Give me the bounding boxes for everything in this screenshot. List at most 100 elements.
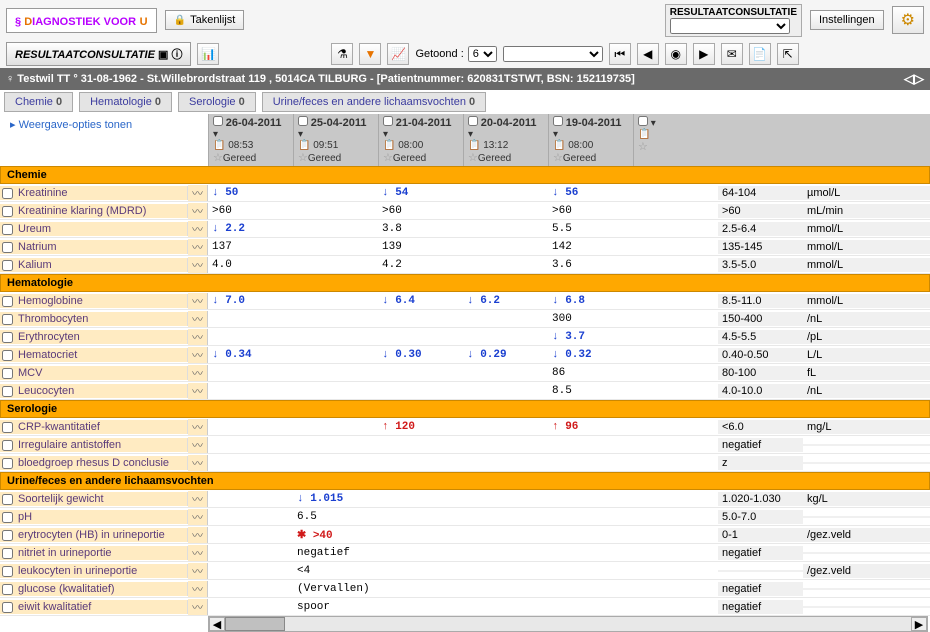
row-checkbox[interactable] bbox=[2, 422, 13, 433]
row-checkbox[interactable] bbox=[2, 206, 13, 217]
getoond-select[interactable]: 6 bbox=[468, 46, 497, 62]
scroll-right-icon[interactable]: ▶ bbox=[911, 617, 927, 631]
main-tab[interactable]: RESULTAATCONSULTATIE ▣ ⓘ bbox=[6, 42, 191, 66]
trend-icon[interactable]: 〰 bbox=[188, 563, 208, 579]
result-row: glucose (kwalitatief)〰(Vervallen)negatie… bbox=[0, 580, 930, 598]
result-cell bbox=[378, 462, 463, 464]
trend-icon[interactable]: 〰 bbox=[188, 437, 208, 453]
unit: L/L bbox=[803, 348, 930, 362]
row-checkbox[interactable] bbox=[2, 494, 13, 505]
row-checkbox[interactable] bbox=[2, 188, 13, 199]
unit: mmol/L bbox=[803, 222, 930, 236]
subtab-hematologie[interactable]: Hematologie 0 bbox=[79, 92, 172, 112]
instellingen-button[interactable]: Instellingen bbox=[810, 10, 884, 30]
trend-icon[interactable]: 〰 bbox=[188, 365, 208, 381]
scroll-thumb[interactable] bbox=[225, 617, 285, 631]
column-header[interactable]: ▾📋 ☆ bbox=[633, 114, 718, 166]
nav-next-icon[interactable]: ▶ bbox=[693, 43, 715, 65]
scroll-left-icon[interactable]: ◀ bbox=[209, 617, 225, 631]
result-cell bbox=[463, 570, 548, 572]
pdf-icon[interactable]: 📄 bbox=[749, 43, 771, 65]
row-checkbox[interactable] bbox=[2, 530, 13, 541]
ref-range: negatief bbox=[718, 582, 803, 596]
filter-select[interactable] bbox=[503, 46, 603, 62]
gear-button[interactable] bbox=[892, 6, 924, 34]
row-checkbox[interactable] bbox=[2, 512, 13, 523]
trend-icon[interactable]: 〰 bbox=[188, 545, 208, 561]
trend-icon[interactable]: 〰 bbox=[188, 419, 208, 435]
result-cell bbox=[463, 552, 548, 554]
trend-icon[interactable]: 📈 bbox=[387, 43, 409, 65]
trend-icon[interactable]: 〰 bbox=[188, 185, 208, 201]
result-cell bbox=[633, 426, 718, 428]
column-header[interactable]: 26-04-2011 ▾📋 08:53☆Gereed bbox=[208, 114, 293, 166]
row-checkbox[interactable] bbox=[2, 440, 13, 451]
column-header[interactable]: 19-04-2011 ▾📋 08:00☆Gereed bbox=[548, 114, 633, 166]
flask-icon[interactable]: ⚗ bbox=[331, 43, 353, 65]
takenlijst-button[interactable]: Takenlijst bbox=[165, 10, 245, 30]
result-cell bbox=[633, 228, 718, 230]
row-checkbox[interactable] bbox=[2, 350, 13, 361]
result-row: pH〰6.55.0-7.0 bbox=[0, 508, 930, 526]
chart-button[interactable]: 📊 bbox=[197, 43, 219, 65]
result-cell bbox=[548, 444, 633, 446]
result-cell bbox=[293, 300, 378, 302]
unit bbox=[803, 588, 930, 590]
trend-icon[interactable]: 〰 bbox=[188, 455, 208, 471]
unit: kg/L bbox=[803, 492, 930, 506]
trend-icon[interactable]: 〰 bbox=[188, 311, 208, 327]
row-checkbox[interactable] bbox=[2, 368, 13, 379]
filter-icon[interactable]: ▼ bbox=[359, 43, 381, 65]
result-row: Hematocriet〰0.340.300.290.320.40-0.50L/L bbox=[0, 346, 930, 364]
subtab-chemie[interactable]: Chemie 0 bbox=[4, 92, 73, 112]
section-header: Serologie bbox=[0, 400, 930, 418]
row-checkbox[interactable] bbox=[2, 602, 13, 613]
param-name: Ureum bbox=[0, 222, 188, 236]
result-row: Kreatinine〰50545664-104µmol/L bbox=[0, 184, 930, 202]
result-cell bbox=[633, 210, 718, 212]
result-cell bbox=[293, 336, 378, 338]
row-checkbox[interactable] bbox=[2, 296, 13, 307]
row-checkbox[interactable] bbox=[2, 314, 13, 325]
result-row: nitriet in urineportie〰negatiefnegatief bbox=[0, 544, 930, 562]
export-icon[interactable]: ⇱ bbox=[777, 43, 799, 65]
row-checkbox[interactable] bbox=[2, 242, 13, 253]
nav-first-icon[interactable]: ⏮ bbox=[609, 43, 631, 65]
trend-icon[interactable]: 〰 bbox=[188, 203, 208, 219]
trend-icon[interactable]: 〰 bbox=[188, 257, 208, 273]
trend-icon[interactable]: 〰 bbox=[188, 599, 208, 615]
trend-icon[interactable]: 〰 bbox=[188, 221, 208, 237]
column-header[interactable]: 25-04-2011 ▾📋 09:51☆Gereed bbox=[293, 114, 378, 166]
column-header[interactable]: 20-04-2011 ▾📋 13:12☆Gereed bbox=[463, 114, 548, 166]
resconsult-select[interactable] bbox=[670, 18, 790, 34]
trend-icon[interactable]: 〰 bbox=[188, 293, 208, 309]
row-checkbox[interactable] bbox=[2, 224, 13, 235]
param-name: Kreatinine klaring (MDRD) bbox=[0, 204, 188, 218]
row-checkbox[interactable] bbox=[2, 386, 13, 397]
trend-icon[interactable]: 〰 bbox=[188, 347, 208, 363]
trend-icon[interactable]: 〰 bbox=[188, 383, 208, 399]
result-cell bbox=[548, 498, 633, 500]
subtab-urine/feces en andere lichaamsvochten[interactable]: Urine/feces en andere lichaamsvochten 0 bbox=[262, 92, 486, 112]
row-checkbox[interactable] bbox=[2, 332, 13, 343]
nav-prev-icon[interactable]: ◀ bbox=[637, 43, 659, 65]
trend-icon[interactable]: 〰 bbox=[188, 527, 208, 543]
trend-icon[interactable]: 〰 bbox=[188, 581, 208, 597]
row-checkbox[interactable] bbox=[2, 458, 13, 469]
weergave-toggle[interactable]: ▸ Weergave-opties tonen bbox=[0, 114, 208, 135]
unit bbox=[803, 552, 930, 554]
patient-nav[interactable]: ◁▷ bbox=[904, 71, 924, 87]
mail-icon[interactable]: ✉ bbox=[721, 43, 743, 65]
row-checkbox[interactable] bbox=[2, 260, 13, 271]
row-checkbox[interactable] bbox=[2, 566, 13, 577]
nav-page-icon[interactable]: ◉ bbox=[665, 43, 687, 65]
trend-icon[interactable]: 〰 bbox=[188, 239, 208, 255]
trend-icon[interactable]: 〰 bbox=[188, 509, 208, 525]
row-checkbox[interactable] bbox=[2, 548, 13, 559]
result-row: bloedgroep rhesus D conclusie〰z bbox=[0, 454, 930, 472]
subtab-serologie[interactable]: Serologie 0 bbox=[178, 92, 256, 112]
trend-icon[interactable]: 〰 bbox=[188, 491, 208, 507]
trend-icon[interactable]: 〰 bbox=[188, 329, 208, 345]
column-header[interactable]: 21-04-2011 ▾📋 08:00☆Gereed bbox=[378, 114, 463, 166]
row-checkbox[interactable] bbox=[2, 584, 13, 595]
